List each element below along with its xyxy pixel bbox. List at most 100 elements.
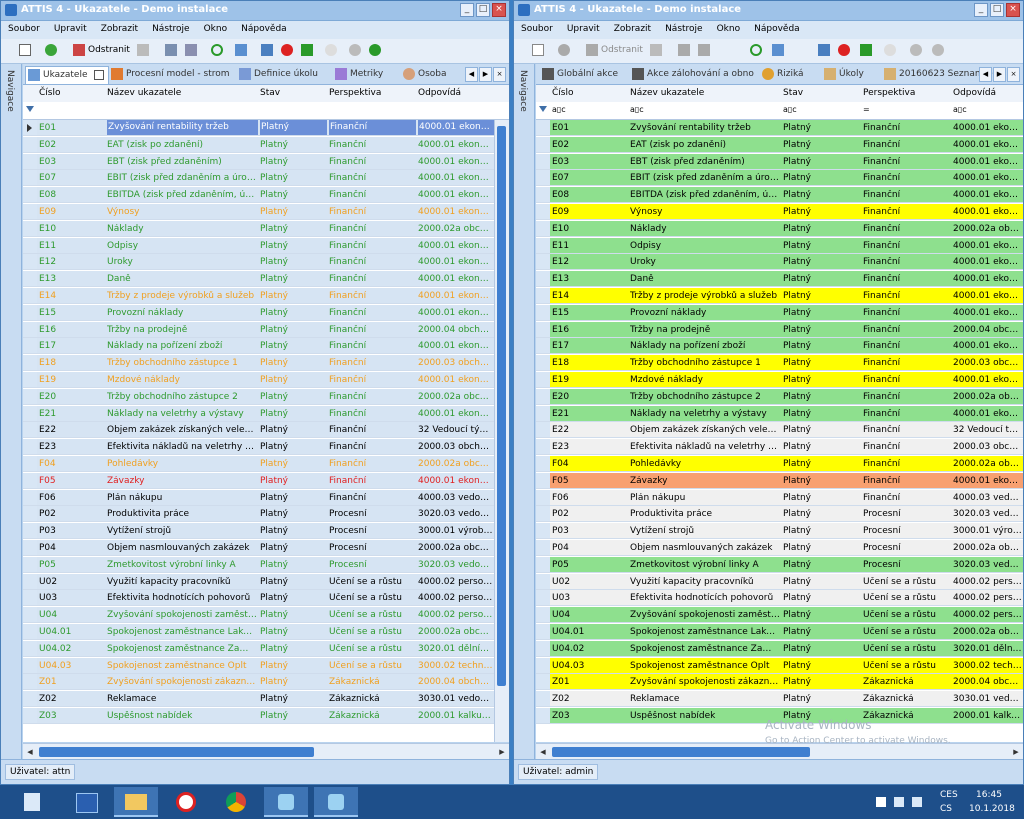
row-selector[interactable]	[536, 271, 550, 287]
row-selector[interactable]	[23, 304, 37, 320]
table-row[interactable]: P02 Produktivita práce Platný Procesní 3020.…	[536, 506, 1023, 523]
table-row[interactable]: U02 Využití kapacity pracovníků Platný Učen…	[23, 573, 509, 590]
table-row[interactable]: E23 Efektivita nákladů na veletrhy a vý..…	[536, 439, 1023, 456]
tab-procesni-model[interactable]: Procesní model - strom	[109, 66, 231, 83]
row-selector[interactable]	[536, 674, 550, 690]
row-selector[interactable]	[23, 321, 37, 337]
network-button[interactable]	[678, 44, 690, 58]
table-row[interactable]: E18 Tržby obchodního zástupce 1 Platný Fina…	[536, 355, 1023, 372]
table-row[interactable]: E17 Náklady na pořízení zboží Platný Finanč…	[536, 338, 1023, 355]
table-row[interactable]: Z01 Zvyšování spokojenosti zákazníka Platn…	[536, 674, 1023, 691]
table-row[interactable]: U04.01 Spokojenost zaměstnance Lakotová Pl…	[536, 624, 1023, 640]
scroll-left-arrow[interactable]: ◀	[25, 746, 35, 758]
row-selector[interactable]	[536, 607, 550, 623]
menu-okno[interactable]: Okno	[197, 21, 235, 34]
row-selector[interactable]	[23, 456, 37, 471]
row-selector[interactable]	[536, 590, 550, 606]
table-row[interactable]: P03 Vytížení strojů Platný Procesní 3000.01 …	[536, 523, 1023, 540]
table-row[interactable]: E08 EBITDA (zisk před zdaněním, úroky,...…	[536, 187, 1023, 204]
col-header-odpovida[interactable]: Odpovídá	[953, 88, 996, 98]
down-button[interactable]	[932, 44, 944, 58]
table-row[interactable]: E18 Tržby obchodního zástupce 1 Platný Fina…	[23, 355, 509, 372]
row-selector[interactable]	[23, 254, 37, 270]
title-bar[interactable]: ATTIS 4 - Ukazatele - Demo instalace _ □ ×	[514, 1, 1023, 21]
table-row[interactable]: E11 Odpisy Platný Finanční 4000.01 ekonomick…	[536, 237, 1023, 254]
row-selector[interactable]	[23, 640, 37, 656]
tab-akce-zalohovani[interactable]: Akce zálohování a obno	[630, 66, 754, 83]
menu-napoveda[interactable]: Nápověda	[747, 21, 807, 34]
language-indicator[interactable]: CES	[940, 790, 958, 800]
row-selector[interactable]	[23, 573, 37, 589]
minimize-button[interactable]: _	[974, 3, 988, 17]
tab-seznamte[interactable]: 20160623 Seznamte	[882, 66, 993, 83]
tab-next-button[interactable]: ▶	[993, 67, 1006, 82]
table-row[interactable]: Z01 Zvyšování spokojenosti zákazníka Platn…	[23, 674, 509, 691]
network-tray-icon[interactable]	[894, 797, 904, 807]
row-selector[interactable]	[23, 355, 37, 371]
table-row[interactable]: E15 Provozní náklady Platný Finanční 4000.01…	[536, 304, 1023, 321]
row-selector[interactable]	[536, 640, 550, 656]
table-row[interactable]: E20 Tržby obchodního zástupce 2 Platný Fina…	[536, 388, 1023, 405]
menu-napoveda[interactable]: Nápověda	[234, 21, 294, 34]
row-selector[interactable]	[23, 472, 37, 488]
new-button[interactable]	[19, 44, 31, 58]
tab-close-button[interactable]: ×	[1007, 67, 1020, 82]
row-selector[interactable]	[23, 624, 37, 639]
delete-button[interactable]: Odstranit	[73, 44, 130, 58]
tab-ukoly[interactable]: Úkoly	[822, 66, 876, 83]
row-selector[interactable]	[23, 220, 37, 236]
table-row[interactable]: E23 Efektivita nákladů na veletrhy a vý..…	[23, 439, 509, 456]
close-button[interactable]: ×	[1006, 3, 1020, 17]
col-header-cislo[interactable]: Číslo	[552, 88, 573, 98]
table-row[interactable]: E02 EAT (zisk po zdanění) Platný Finanční 40…	[536, 136, 1023, 153]
row-selector[interactable]	[23, 271, 37, 287]
row-selector[interactable]	[23, 405, 37, 421]
view-button[interactable]	[235, 44, 247, 58]
row-selector[interactable]	[23, 288, 37, 303]
table-row[interactable]: F05 Závazky Platný Finanční 4000.01 ekonomic…	[23, 472, 509, 489]
users-button[interactable]	[698, 44, 710, 58]
table-row[interactable]: Z02 Reklamace Platný Zákaznická 3030.01 vedo…	[23, 691, 509, 708]
tab-osoba[interactable]: Osoba	[401, 66, 463, 83]
tab-definice-ukolu[interactable]: Definice úkolu	[237, 66, 329, 83]
row-selector[interactable]	[536, 304, 550, 320]
taskbar-attis-1[interactable]	[264, 787, 308, 817]
table-row[interactable]: P05 Zmetkovitost výrobní linky A Platný Pro…	[23, 556, 509, 573]
up-button[interactable]	[910, 44, 922, 58]
row-selector[interactable]	[23, 388, 37, 404]
table-row[interactable]: E03 EBT (zisk před zdaněním) Platný Finančn…	[23, 153, 509, 170]
table-row[interactable]: E15 Provozní náklady Platný Finanční 4000.01…	[23, 304, 509, 321]
flag-icon[interactable]	[876, 797, 886, 807]
table-row[interactable]: F04 Pohledávky Platný Finanční 2000.02a obch…	[536, 456, 1023, 472]
tab-close-button[interactable]: ×	[493, 67, 506, 82]
m-button[interactable]	[301, 44, 313, 58]
minimize-button[interactable]: _	[460, 3, 474, 17]
tab-metriky[interactable]: Metriky	[333, 66, 395, 83]
maximize-button[interactable]: □	[476, 3, 490, 17]
hscroll-thumb[interactable]	[39, 747, 314, 757]
table-row[interactable]: Z02 Reklamace Platný Zákaznická 3030.01 vedo…	[536, 691, 1023, 708]
row-selector[interactable]	[536, 136, 550, 152]
menu-zobrazit[interactable]: Zobrazit	[607, 21, 658, 34]
close-tab-icon[interactable]	[93, 69, 104, 80]
row-selector[interactable]	[536, 120, 550, 135]
filter-icon[interactable]	[539, 106, 547, 112]
table-row[interactable]: E20 Tržby obchodního zástupce 2 Platný Fina…	[23, 388, 509, 405]
scroll-right-arrow[interactable]: ▶	[1011, 746, 1021, 758]
clock-date[interactable]: 10.1.2018	[969, 804, 1015, 814]
table-row[interactable]: F06 Plán nákupu Platný Finanční 4000.03 vedo…	[23, 489, 509, 506]
table-row[interactable]: E10 Náklady Platný Finanční 2000.02a obchodn…	[23, 220, 509, 237]
row-selector[interactable]	[23, 204, 37, 219]
new-button[interactable]	[532, 44, 544, 58]
row-selector[interactable]	[536, 540, 550, 555]
table-row[interactable]: E19 Mzdové náklady Platný Finanční 4000.01 e…	[23, 372, 509, 388]
filter-perspektiva[interactable]: =	[863, 105, 870, 114]
row-selector[interactable]	[23, 489, 37, 505]
col-header-nazev[interactable]: Název ukazatele	[630, 88, 704, 98]
row-selector[interactable]	[536, 355, 550, 371]
table-row[interactable]: E14 Tržby z prodeje výrobků a služeb Platn…	[536, 288, 1023, 304]
row-selector[interactable]	[536, 523, 550, 539]
table-row[interactable]: E01 Zvyšování rentability tržeb Platný Fina…	[23, 120, 509, 136]
table-row[interactable]: U04.03 Spokojenost zaměstnance Oplt Platný…	[536, 657, 1023, 674]
start-button[interactable]	[10, 787, 54, 817]
